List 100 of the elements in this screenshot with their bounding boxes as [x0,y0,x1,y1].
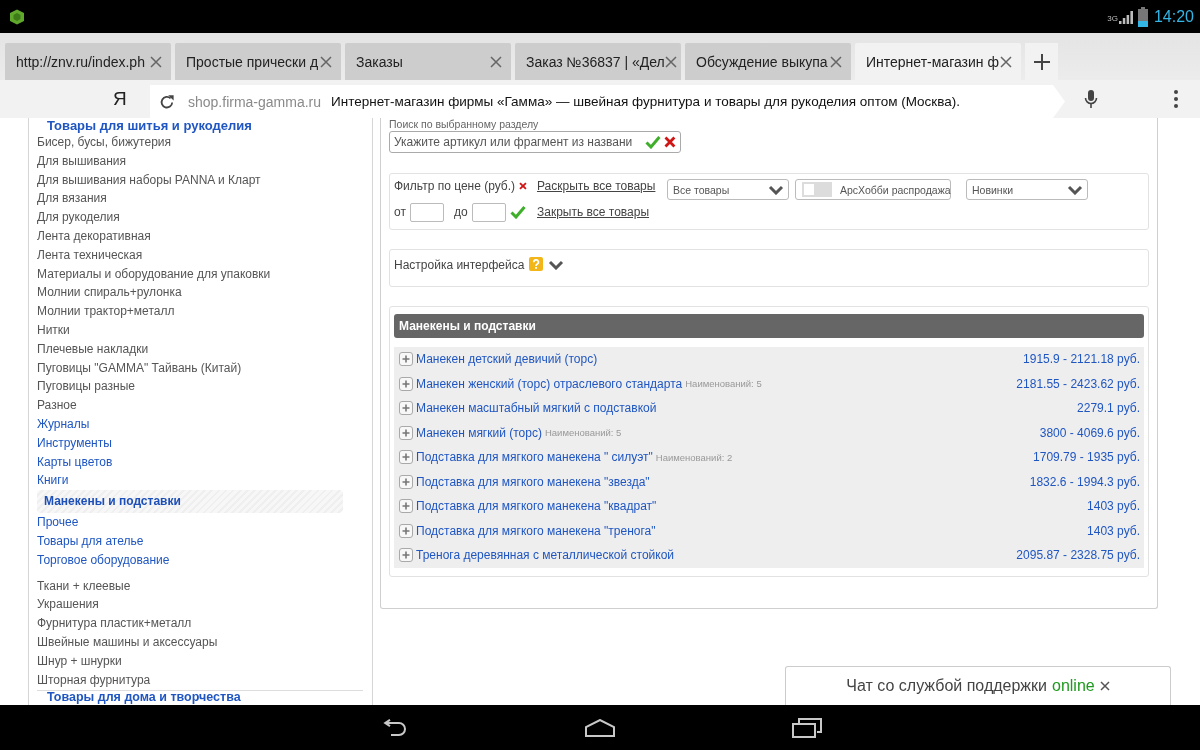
reload-icon[interactable] [159,93,175,110]
category-link[interactable]: Манекены и подставки [37,490,343,514]
category-link[interactable]: Ткани + клеевые [37,576,363,596]
category-link[interactable]: Разное [37,396,363,415]
category-link[interactable]: Пуговицы "GAMMA" Тайвань (Китай) [37,358,363,378]
new-tab-button[interactable] [1025,43,1058,80]
category-link[interactable]: Молнии спираль+рулонка [37,283,363,303]
price-range: 2279.1 руб. [1077,401,1140,416]
category-link[interactable]: Для вязания [37,189,363,209]
browser-tab[interactable]: Простые прически д [175,43,341,80]
category-link[interactable]: Бисер, бусы, бижутерия [37,133,363,152]
min-price-field[interactable] [409,202,444,222]
close-icon[interactable] [320,55,332,68]
close-icon[interactable] [490,55,502,68]
category-link[interactable]: Шнур + шнурки [37,651,363,671]
price-range: 1403 руб. [1087,499,1140,514]
price-range: 1832.6 - 1994.3 руб. [1029,474,1140,489]
category-link[interactable]: Книги [37,471,363,491]
close-icon[interactable] [1000,55,1012,68]
expand-all-link[interactable]: Раскрыть все товары [537,179,656,193]
browser-tab[interactable]: http://znv.ru/index.ph [5,43,171,80]
category-link[interactable]: Карты цветов [37,452,363,472]
plus-icon[interactable] [1032,52,1051,71]
microphone-icon[interactable] [1084,89,1098,109]
category-heading[interactable]: Товары для шитья и рукоделия [37,118,363,133]
category-link[interactable]: Плечевые накладки [37,339,363,359]
product-link[interactable]: Манекен мягкий (торс) [416,425,542,440]
category-link[interactable]: Украшения [37,595,363,615]
category-link[interactable]: Материалы и оборудование для упаковки [37,264,363,284]
sort-dropdown[interactable]: Новинки [966,179,1088,200]
category-link[interactable]: Пуговицы разные [37,377,363,397]
price-range: 1915.9 - 2121.18 руб. [1023,352,1140,367]
product-link[interactable]: Подставка для мягкого манекена "звезда" [416,474,650,489]
search-engine-logo[interactable]: Я [113,88,127,110]
address-field[interactable]: shop.firma-gamma.ru Интернет-магазин фирмы «Гамма» — швейная фурнитура и товары для рукоделия оптом (Москва). [150,85,1065,118]
price-range: 1709.79 - 1935 руб. [1033,450,1140,465]
browser-tab[interactable]: Заказы [345,43,511,80]
section-header: Манекены и подставки [394,314,1144,338]
category-link[interactable]: Для рукоделия [37,208,363,227]
product-link[interactable]: Тренога деревянная с металлической стойкой [416,548,675,563]
to-label: до [453,205,468,219]
price-range: 2181.55 - 2423.62 руб. [1016,376,1140,391]
close-icon[interactable] [150,55,162,68]
item-count: Наименований: 5 [544,427,622,439]
product-link[interactable]: Подставка для мягкого манекена "квадрат" [416,499,657,514]
chevron-down-icon [768,184,784,195]
category-link[interactable]: Торговое оборудование [37,550,363,570]
category-link[interactable]: Прочее [37,513,363,532]
chevron-down-icon[interactable] [548,260,565,270]
price-range: 3800 - 4069.6 руб. [1039,425,1140,440]
page-title: Интернет-магазин фирмы «Гамма» — швейная фурнитура и товары для рукоделия оптом (Москва). [331,94,961,109]
url-domain: shop.firma-gamma.ru [188,93,322,110]
category-dropdown[interactable]: Все товары [667,179,789,200]
hexagon-icon [9,8,25,25]
cross-icon[interactable] [664,136,676,148]
category-link[interactable]: Лента декоративная [37,227,363,246]
close-icon[interactable] [664,55,677,68]
category-link[interactable]: Для вышивания наборы PANNA и Кларт [37,170,363,190]
check-icon[interactable] [509,205,526,219]
check-icon[interactable] [645,135,662,149]
category-heading[interactable]: Товары для дома и творчества [37,691,363,705]
product-link[interactable]: Подставка для мягкого манекена "тренога" [416,523,656,538]
category-link[interactable]: Швейные машины и аксессуары [37,632,363,652]
signal-icon [1118,9,1133,24]
search-field[interactable]: Укажите артикул или фрагмент из названи [389,131,681,153]
close-icon[interactable] [1099,681,1110,691]
home-icon[interactable] [584,718,616,737]
price-range: 2095.87 - 2328.75 руб. [1016,548,1140,563]
browser-tab[interactable]: Обсуждение выкупа [685,43,851,80]
sale-filter-toggle[interactable]: АрсХобби распродажа [795,179,951,200]
close-icon[interactable] [830,55,842,68]
category-link[interactable]: Для вышивания [37,151,363,171]
category-link[interactable]: Шторная фурнитура [37,670,363,690]
category-link[interactable]: Товары для ателье [37,531,363,551]
item-count: Наименований: 2 [655,451,733,463]
category-link[interactable]: Нитки [37,320,363,340]
category-link[interactable]: Инструменты [37,433,363,453]
browser-tab[interactable]: Заказ №36837 | «Дел [515,43,681,80]
category-link[interactable]: Фурнитура пластик+металл [37,614,363,633]
chat-label: Чат со службой поддержки [846,677,1047,695]
category-link[interactable]: Молнии трактор+металл [37,302,363,321]
cross-icon[interactable] [519,180,527,192]
recents-icon[interactable] [791,717,823,738]
category-link[interactable]: Журналы [37,414,363,434]
collapse-all-link[interactable]: Закрыть все товары [537,205,650,219]
max-price-field[interactable] [471,202,506,222]
search-label: Поиск по выбранному разделу [389,118,540,130]
item-count: Наименований: 5 [685,378,762,390]
category-link[interactable]: Лента техническая [37,245,363,265]
chat-bar[interactable]: Чат со службой поддержки online [785,666,1171,705]
product-link[interactable]: Манекен масштабный мягкий с подставкой [416,401,657,416]
menu-icon[interactable] [1174,90,1178,108]
chevron-down-icon [1067,184,1083,195]
product-link[interactable]: Подставка для мягкого манекена " силуэт" [416,450,653,465]
product-link[interactable]: Манекен детский девичий (торс) [416,352,598,367]
browser-tab[interactable]: Интернет-магазин ф [855,43,1021,80]
toggle-switch[interactable] [802,182,832,197]
battery-icon [1137,6,1148,27]
product-link[interactable]: Манекен женский (торс) отраслевого стандарта [416,376,683,391]
from-label: от [394,205,406,219]
